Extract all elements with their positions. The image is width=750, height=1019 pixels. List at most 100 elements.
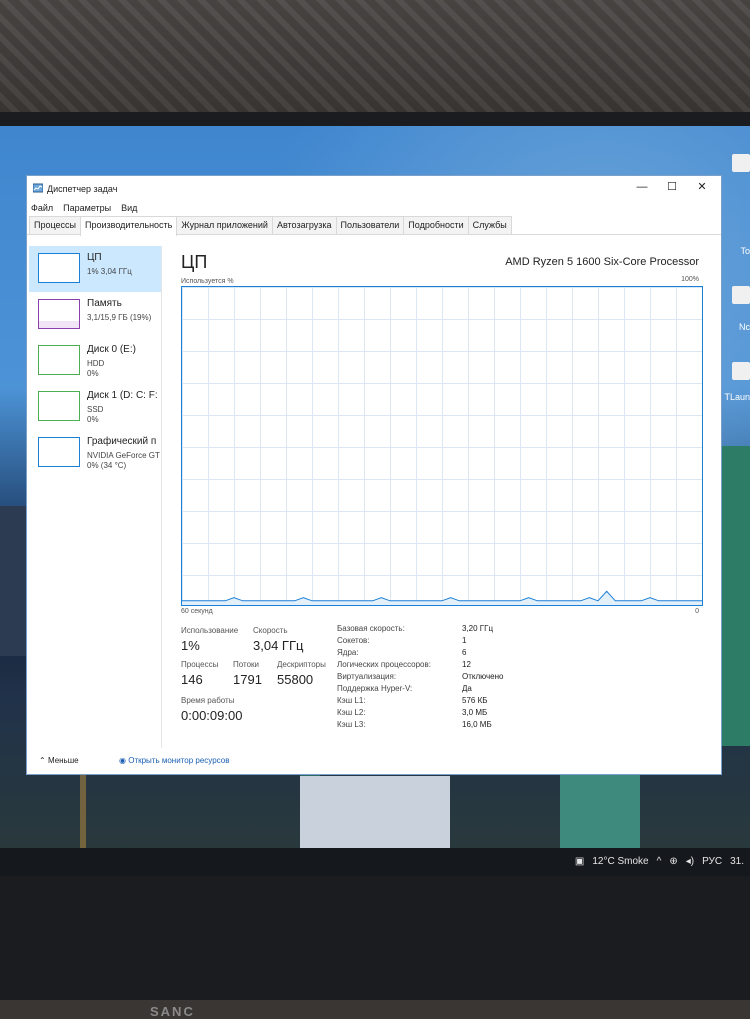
info-row: Ядра: 6 <box>337 648 527 660</box>
tab-services[interactable]: Службы <box>467 216 512 234</box>
graph-max-label: 100% <box>681 276 699 283</box>
cpu-usage-area <box>182 591 702 605</box>
wallpaper-building <box>560 766 640 856</box>
sidebar-item-detail: NVIDIA GeForce GT <box>87 451 160 460</box>
info-key: Поддержка Hyper-V: <box>337 684 413 693</box>
chevron-up-icon[interactable]: ^ <box>657 856 662 867</box>
task-manager-icon <box>33 183 43 193</box>
resource-monitor-icon: ◉ <box>119 756 126 765</box>
menu-file[interactable]: Файл <box>31 200 53 216</box>
weather-widget[interactable]: 12°C Smoke <box>592 856 648 867</box>
desktop-icon-label: Nc <box>739 322 750 332</box>
tab-details[interactable]: Подробности <box>403 216 469 234</box>
weather-icon[interactable]: ▣ <box>575 856 584 867</box>
tab-startup[interactable]: Автозагрузка <box>271 216 337 234</box>
info-value: Да <box>462 684 472 693</box>
handles-value: 55800 <box>277 672 314 687</box>
sidebar-item-usage: 0% <box>87 415 99 424</box>
sidebar-item-disk-1[interactable]: Диск 1 (D: C: F: SSD 0% <box>29 384 161 430</box>
title-bar[interactable]: Диспетчер задач — ☐ ✕ <box>27 176 721 200</box>
cpu-usage-line <box>182 590 702 602</box>
sidebar-item-label: Диск 1 (D: C: F: <box>87 390 158 401</box>
info-key: Кэш L3: <box>337 720 366 729</box>
handles-label: Дескрипторы <box>277 660 326 669</box>
threads-value: 1791 <box>233 672 262 687</box>
info-row: Базовая скорость: 3,20 ГГц <box>337 624 527 636</box>
system-tray: ▣ 12°C Smoke ^ ⊕ ◂) РУС 31. <box>575 856 744 867</box>
desktop-icon-label: To <box>740 246 750 256</box>
info-value: 12 <box>462 660 471 669</box>
photo-background <box>0 0 750 120</box>
task-manager-window: Диспетчер задач — ☐ ✕ Файл Параметры Вид… <box>26 175 722 775</box>
fewer-details-label: Меньше <box>47 756 79 765</box>
open-resource-monitor-link[interactable]: ◉ Открыть монитор ресурсов <box>119 756 229 765</box>
network-icon[interactable]: ⊕ <box>669 856 677 867</box>
usage-label: Использование <box>181 626 239 635</box>
processes-value: 146 <box>181 672 203 687</box>
sidebar-item-label: Графический п <box>87 436 157 447</box>
graph-time-label: 60 секунд <box>181 608 213 615</box>
info-row: Логических процессоров: 12 <box>337 660 527 672</box>
processes-label: Процессы <box>181 660 219 669</box>
info-row: Виртуализация: Отключено <box>337 672 527 684</box>
desktop-icon-label: TLaun <box>724 392 750 402</box>
tab-processes[interactable]: Процессы <box>29 216 82 234</box>
info-value: 16,0 МБ <box>462 720 492 729</box>
info-key: Логических процессоров: <box>337 660 431 669</box>
clock[interactable]: 31. <box>730 856 744 867</box>
info-value: 576 КБ <box>462 696 488 705</box>
desktop-icon[interactable] <box>732 154 750 172</box>
tab-app-history[interactable]: Журнал приложений <box>176 216 273 234</box>
sidebar-item-cpu[interactable]: ЦП 1% 3,04 ГГц <box>29 246 161 292</box>
sidebar-item-detail: 3,1/15,9 ГБ (19%) <box>87 313 152 322</box>
sidebar-item-label: ЦП <box>87 252 102 263</box>
cpu-usage-svg <box>182 590 702 605</box>
minimize-button[interactable]: — <box>627 178 657 196</box>
info-key: Виртуализация: <box>337 672 397 681</box>
tab-performance[interactable]: Производительность <box>80 216 178 236</box>
desktop-icon[interactable] <box>732 286 750 304</box>
taskbar: ▣ 12°C Smoke ^ ⊕ ◂) РУС 31. <box>0 848 750 876</box>
sidebar-item-label: Диск 0 (E:) <box>87 344 136 355</box>
menu-options[interactable]: Параметры <box>63 200 111 216</box>
info-key: Сокетов: <box>337 636 370 645</box>
wallpaper-building <box>300 776 450 856</box>
info-key: Ядра: <box>337 648 359 657</box>
monitor-brand: SANC <box>150 1004 195 1019</box>
sidebar-item-label: Память <box>87 298 122 309</box>
info-row: Кэш L1: 576 КБ <box>337 696 527 708</box>
desktop-icon[interactable] <box>732 362 750 380</box>
sidebar-item-gpu[interactable]: Графический п NVIDIA GeForce GT 0% (34 °… <box>29 430 161 476</box>
info-key: Базовая скорость: <box>337 624 405 633</box>
disk0-thumbnail-graph <box>38 345 80 375</box>
info-value: 3,0 МБ <box>462 708 488 717</box>
cpu-thumbnail-graph <box>38 253 80 283</box>
sidebar-item-usage: 0% <box>87 369 99 378</box>
info-key: Кэш L2: <box>337 708 366 717</box>
menu-view[interactable]: Вид <box>121 200 137 216</box>
speed-label: Скорость <box>253 626 288 635</box>
info-row: Сокетов: 1 <box>337 636 527 648</box>
info-value: 3,20 ГГц <box>462 624 494 633</box>
sidebar-item-disk-0[interactable]: Диск 0 (E:) HDD 0% <box>29 338 161 384</box>
graph-time-end-label: 0 <box>695 608 699 615</box>
fewer-details-button[interactable]: ⌃ Меньше <box>39 756 79 765</box>
uptime-label: Время работы <box>181 696 235 705</box>
cpu-detail-panel: ЦП AMD Ryzen 5 1600 Six-Core Processor И… <box>177 246 703 748</box>
tab-bar: Процессы Производительность Журнал прило… <box>27 216 721 236</box>
speed-value: 3,04 ГГц <box>253 638 304 653</box>
tab-users[interactable]: Пользователи <box>335 216 405 234</box>
maximize-button[interactable]: ☐ <box>657 178 687 196</box>
page-title: ЦП <box>181 252 208 272</box>
sidebar-item-detail: SSD <box>87 405 104 414</box>
language-indicator[interactable]: РУС <box>702 856 722 867</box>
cpu-usage-graph <box>181 286 703 606</box>
volume-icon[interactable]: ◂) <box>686 856 694 867</box>
threads-label: Потоки <box>233 660 260 669</box>
sidebar-item-memory[interactable]: Память 3,1/15,9 ГБ (19%) <box>29 292 161 338</box>
close-button[interactable]: ✕ <box>687 178 717 196</box>
sidebar-item-detail: HDD <box>87 359 105 368</box>
info-row: Поддержка Hyper-V: Да <box>337 684 527 696</box>
sidebar-item-detail: 1% 3,04 ГГц <box>87 267 132 276</box>
sidebar-item-usage: 0% (34 °C) <box>87 461 127 470</box>
